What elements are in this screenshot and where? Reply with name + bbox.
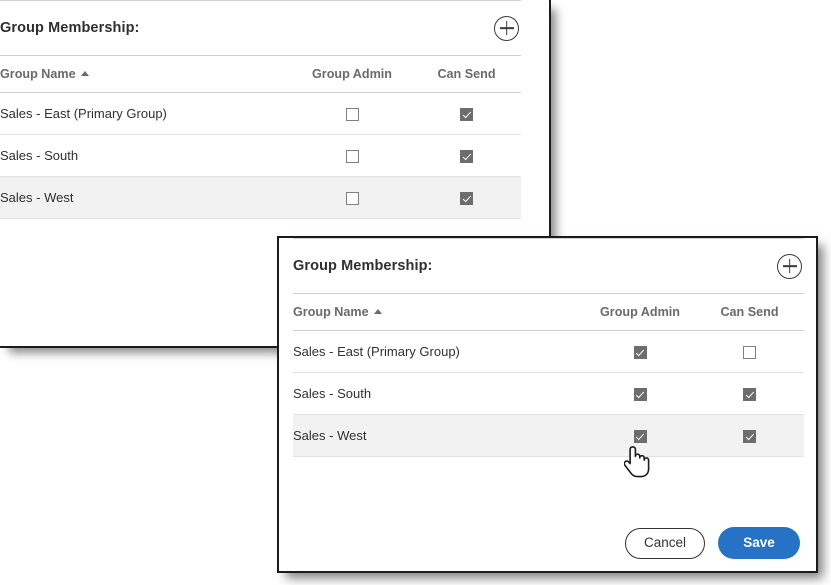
table-row: Sales - South xyxy=(0,135,521,177)
column-header-group-name[interactable]: Group Name xyxy=(0,56,292,93)
sort-ascending-icon xyxy=(81,71,89,76)
cell-group-name: Sales - South xyxy=(0,135,292,177)
table-header-row: Group Name Group Admin Can Send xyxy=(0,56,521,93)
dialog-footer: Cancel Save xyxy=(625,527,800,559)
column-header-group-admin[interactable]: Group Admin xyxy=(292,56,412,93)
can-send-checkbox[interactable] xyxy=(460,150,473,163)
table-row: Sales - East (Primary Group) xyxy=(0,93,521,135)
cell-group-admin xyxy=(292,177,412,219)
group-membership-table: Group Name Group Admin Can Send Sales - … xyxy=(293,293,804,457)
column-header-group-admin[interactable]: Group Admin xyxy=(585,294,695,331)
cell-can-send xyxy=(412,177,521,219)
cell-can-send xyxy=(412,135,521,177)
can-send-checkbox[interactable] xyxy=(743,430,756,443)
table-row: Sales - West xyxy=(0,177,521,219)
cell-group-admin xyxy=(292,135,412,177)
group-admin-checkbox[interactable] xyxy=(346,150,359,163)
group-admin-checkbox[interactable] xyxy=(346,192,359,205)
cell-group-name: Sales - West xyxy=(293,415,585,457)
plus-circle-icon[interactable] xyxy=(494,16,519,41)
cell-can-send xyxy=(695,331,804,373)
can-send-checkbox[interactable] xyxy=(460,192,473,205)
cell-group-name: Sales - South xyxy=(293,373,585,415)
cell-group-admin xyxy=(292,93,412,135)
table-row: Sales - East (Primary Group) xyxy=(293,331,804,373)
column-header-group-name-label: Group Name xyxy=(0,67,76,81)
table-row: Sales - West xyxy=(293,415,804,457)
table-header-row: Group Name Group Admin Can Send xyxy=(293,294,804,331)
group-admin-checkbox[interactable] xyxy=(634,346,647,359)
cell-can-send xyxy=(695,373,804,415)
can-send-checkbox[interactable] xyxy=(460,108,473,121)
section-title: Group Membership: xyxy=(0,20,139,36)
cell-group-admin xyxy=(585,415,695,457)
column-header-can-send[interactable]: Can Send xyxy=(695,294,804,331)
table-body: Sales - East (Primary Group) Sales - Sou… xyxy=(0,93,521,219)
section-title: Group Membership: xyxy=(293,258,432,274)
cell-group-admin xyxy=(585,373,695,415)
group-membership-table: Group Name Group Admin Can Send Sales - … xyxy=(0,55,521,219)
cell-group-name: Sales - East (Primary Group) xyxy=(0,93,292,135)
cell-group-name: Sales - East (Primary Group) xyxy=(293,331,585,373)
section-header: Group Membership: xyxy=(293,239,804,293)
sort-ascending-icon xyxy=(374,309,382,314)
group-admin-checkbox[interactable] xyxy=(346,108,359,121)
cell-can-send xyxy=(695,415,804,457)
cancel-button[interactable]: Cancel xyxy=(625,528,705,559)
table-row: Sales - South xyxy=(293,373,804,415)
group-admin-checkbox[interactable] xyxy=(634,388,647,401)
cell-can-send xyxy=(412,93,521,135)
column-header-group-name[interactable]: Group Name xyxy=(293,294,585,331)
cell-group-name: Sales - West xyxy=(0,177,292,219)
save-button[interactable]: Save xyxy=(718,527,800,559)
column-header-group-name-label: Group Name xyxy=(293,305,369,319)
group-membership-dialog: Group Membership: Group Name Group Admin… xyxy=(277,236,818,573)
cell-group-admin xyxy=(585,331,695,373)
plus-circle-icon[interactable] xyxy=(777,254,802,279)
table-body: Sales - East (Primary Group) Sales - Sou… xyxy=(293,331,804,457)
section-header: Group Membership: xyxy=(0,1,521,55)
can-send-checkbox[interactable] xyxy=(743,388,756,401)
column-header-can-send[interactable]: Can Send xyxy=(412,56,521,93)
can-send-checkbox[interactable] xyxy=(743,346,756,359)
group-admin-checkbox[interactable] xyxy=(634,430,647,443)
